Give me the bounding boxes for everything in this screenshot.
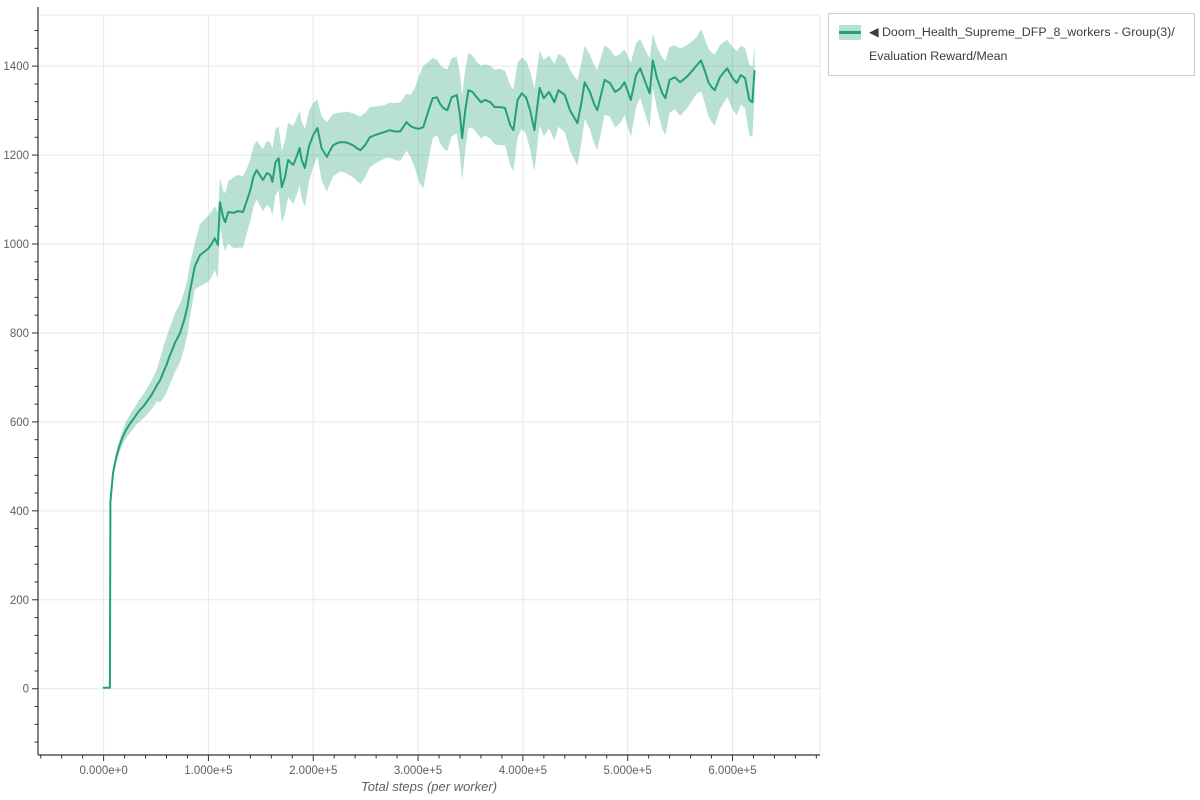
x-tick-label: 0.000e+0 <box>79 765 127 777</box>
x-tick-label: 3.000e+5 <box>394 765 442 777</box>
y-tick-label: 600 <box>10 417 29 429</box>
legend-swatch-line-icon <box>839 31 861 34</box>
legend-collapse-icon: ◀ <box>869 25 879 39</box>
legend-entry: ◀ Doom_Health_Supreme_DFP_8_workers - Gr… <box>869 21 1182 68</box>
y-tick-label: 0 <box>23 684 29 696</box>
x-tick-labels: 0.000e+0 1.000e+5 2.000e+5 3.000e+5 4.000e+5… <box>79 765 756 777</box>
x-tick-label: 6.000e+5 <box>708 765 756 777</box>
y-tick-label: 1400 <box>3 61 29 73</box>
legend-swatch-icon <box>839 25 861 40</box>
legend[interactable]: ◀ Doom_Health_Supreme_DFP_8_workers - Gr… <box>828 13 1195 76</box>
x-tick-label: 4.000e+5 <box>499 765 547 777</box>
x-tick-label: 1.000e+5 <box>184 765 232 777</box>
x-tick-label: 2.000e+5 <box>289 765 337 777</box>
y-tick-labels: 0 200 400 600 800 1000 1200 1400 <box>3 61 29 696</box>
y-tick-label: 400 <box>10 506 29 518</box>
y-tick-label: 1000 <box>3 239 29 251</box>
x-axis-title: Total steps (per worker) <box>361 779 497 794</box>
legend-label: Doom_Health_Supreme_DFP_8_workers - Grou… <box>869 25 1175 63</box>
line-chart: 0.000e+0 1.000e+5 2.000e+5 3.000e+5 4.000e+5… <box>0 0 1200 800</box>
y-tick-label: 800 <box>10 328 29 340</box>
x-tick-label: 5.000e+5 <box>604 765 652 777</box>
y-tick-label: 200 <box>10 595 29 607</box>
y-tick-label: 1200 <box>3 150 29 162</box>
